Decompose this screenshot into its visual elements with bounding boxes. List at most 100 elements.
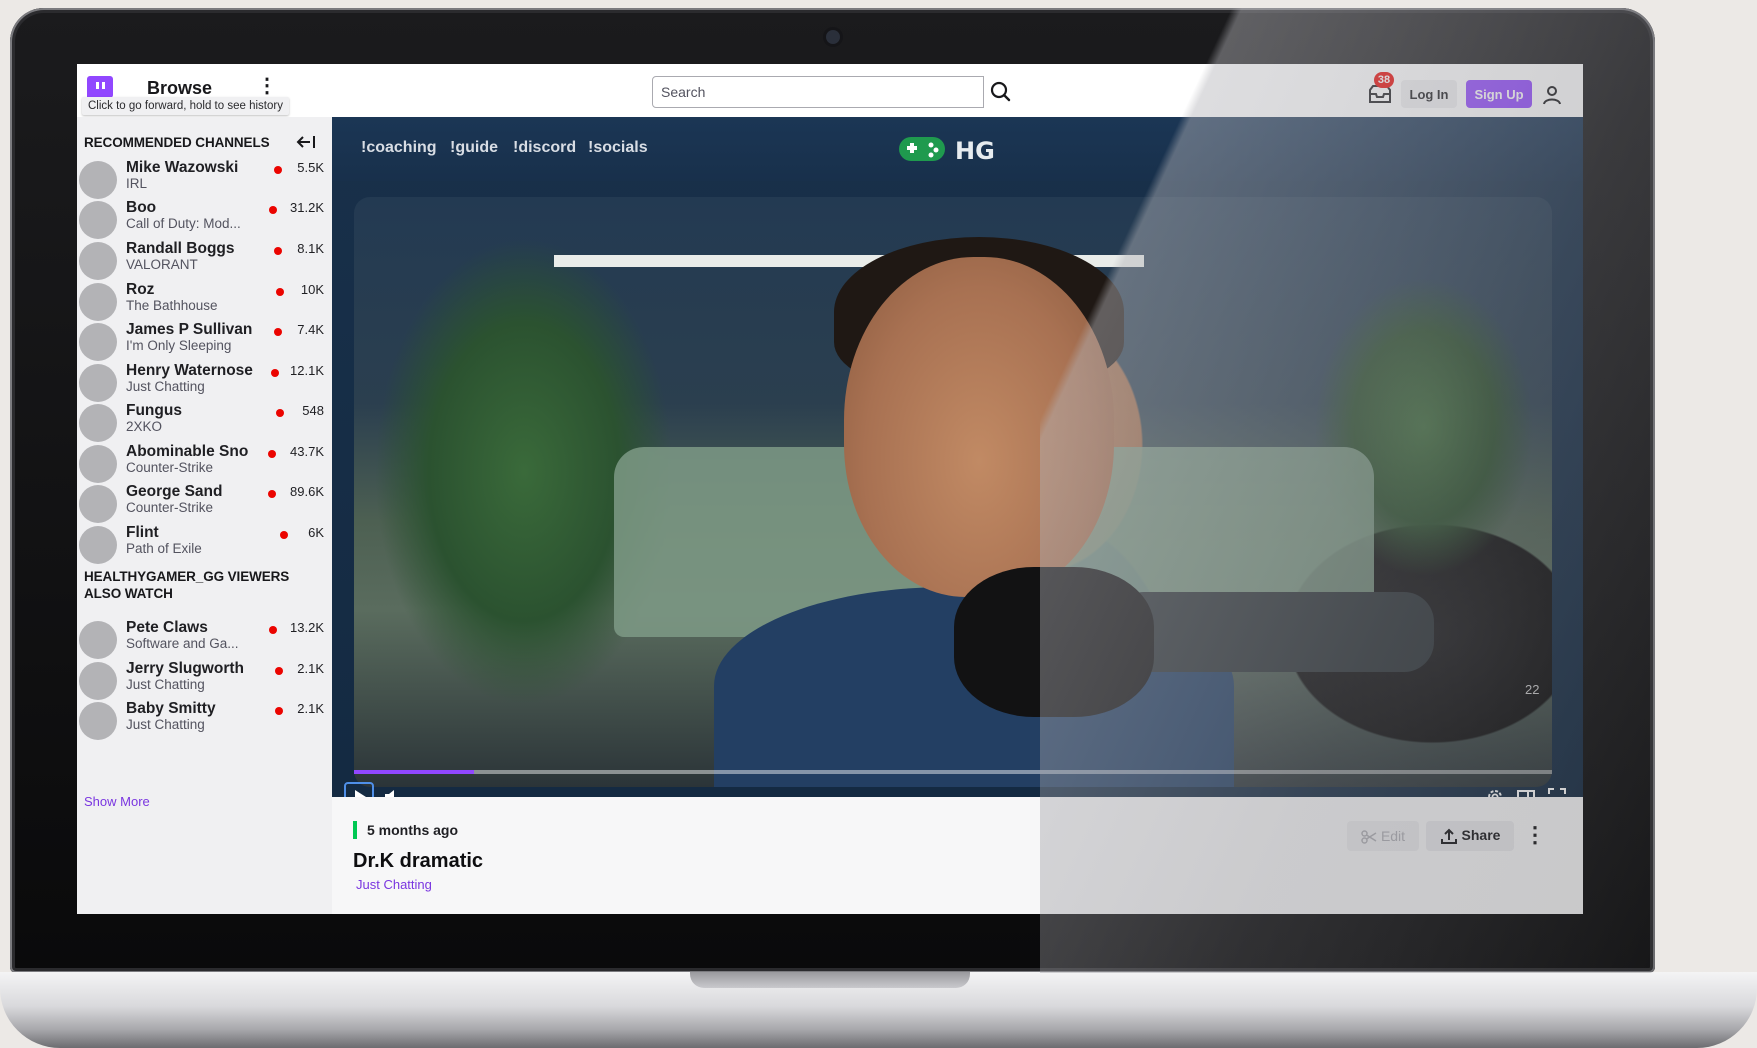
live-dot-icon bbox=[276, 288, 284, 296]
channel-game: Counter-Strike bbox=[126, 500, 214, 515]
recommended-channel-item[interactable]: Boo Call of Duty: Mod... 31.2K bbox=[77, 195, 332, 239]
video-age: 5 months ago bbox=[367, 822, 459, 838]
viewer-count: 43.7K bbox=[290, 444, 324, 459]
avatar bbox=[79, 662, 117, 700]
viewer-count: 8.1K bbox=[297, 241, 324, 256]
viewer-count: 5.5K bbox=[297, 160, 324, 175]
channel-game: I'm Only Sleeping bbox=[126, 338, 232, 353]
live-dot-icon bbox=[269, 206, 277, 214]
channel-name: Roz bbox=[126, 281, 155, 298]
channel-name: Jerry Slugworth bbox=[126, 660, 244, 677]
microphone-arm bbox=[1114, 592, 1434, 672]
live-dot-icon bbox=[280, 531, 288, 539]
avatar bbox=[79, 242, 117, 280]
recommended-channel-item[interactable]: Flint Path of Exile 6K bbox=[77, 520, 332, 564]
recommended-channel-item[interactable]: James P Sullivan I'm Only Sleeping 7.4K bbox=[77, 317, 332, 361]
edit-clip-button[interactable]: Edit bbox=[1347, 821, 1419, 851]
channel-game: Path of Exile bbox=[126, 541, 202, 556]
channel-name: Fungus bbox=[126, 402, 182, 419]
edit-label: Edit bbox=[1380, 827, 1406, 844]
live-dot-icon bbox=[275, 667, 283, 675]
recommended-channel-item[interactable]: Randall Boggs VALORANT 8.1K bbox=[77, 236, 332, 280]
seek-bar[interactable] bbox=[354, 770, 1552, 774]
history-tooltip: Click to go forward, hold to see history bbox=[82, 97, 289, 115]
microphone bbox=[954, 567, 1154, 717]
channel-name: Mike Wazowski bbox=[126, 159, 239, 176]
channel-name: Henry Waternose bbox=[126, 362, 253, 379]
recommended-channel-item[interactable]: Henry Waternose Just Chatting 12.1K bbox=[77, 358, 332, 402]
also-watch-heading-line: ALSO WATCH bbox=[84, 586, 173, 601]
user-icon[interactable] bbox=[1541, 84, 1563, 106]
channel-game: Just Chatting bbox=[126, 379, 205, 394]
recommended-channel-item[interactable]: Abominable Sno Counter-Strike 43.7K bbox=[77, 439, 332, 483]
video-info: 5 months ago Dr.K dramatic Just Chatting… bbox=[332, 797, 1583, 914]
channel-name: George Sand bbox=[126, 483, 223, 500]
live-dot-icon bbox=[269, 626, 277, 634]
also-watch-channel-item[interactable]: Jerry Slugworth Just Chatting 2.1K bbox=[77, 656, 332, 700]
show-more-link[interactable]: Show More bbox=[84, 794, 150, 809]
avatar bbox=[79, 283, 117, 321]
twitch-logo-icon[interactable] bbox=[87, 76, 113, 98]
channel-name: James P Sullivan bbox=[126, 321, 253, 338]
viewer-count: 10K bbox=[300, 282, 324, 297]
avatar bbox=[79, 201, 117, 239]
streamer-face bbox=[844, 257, 1114, 597]
avatar bbox=[79, 485, 117, 523]
viewer-count: 89.6K bbox=[290, 484, 324, 499]
more-options-icon[interactable]: ⋮ bbox=[257, 74, 277, 98]
share-button[interactable]: Share bbox=[1426, 821, 1514, 851]
also-watch-heading: HEALTHYGAMER_GG VIEWERS ALSO WATCH bbox=[84, 568, 314, 602]
search-input[interactable] bbox=[652, 76, 984, 108]
live-dot-icon bbox=[274, 328, 282, 336]
more-actions-icon[interactable]: ⋮ bbox=[1524, 821, 1546, 851]
recommended-channel-item[interactable]: Roz The Bathhouse 10K bbox=[77, 277, 332, 321]
brand-text: HG bbox=[955, 137, 995, 165]
live-dot-icon bbox=[274, 247, 282, 255]
video-title: Dr.K dramatic bbox=[353, 850, 484, 872]
browse-link[interactable]: Browse bbox=[147, 78, 212, 99]
signup-button[interactable]: Sign Up bbox=[1466, 80, 1532, 108]
seek-bar-progress bbox=[354, 770, 474, 774]
video-player[interactable]: !coaching !guide !discord !socials HG 22 bbox=[332, 117, 1583, 812]
channel-game: Just Chatting bbox=[126, 677, 205, 692]
recommended-channel-item[interactable]: Fungus 2XKO 548 bbox=[77, 398, 332, 442]
search-button[interactable] bbox=[984, 76, 1016, 108]
live-dot-icon bbox=[268, 490, 276, 498]
viewer-count: 2.1K bbox=[297, 701, 324, 716]
avatar bbox=[79, 364, 117, 402]
also-watch-channel-item[interactable]: Baby Smitty Just Chatting 2.1K bbox=[77, 696, 332, 740]
recommended-channel-item[interactable]: Mike Wazowski IRL 5.5K bbox=[77, 155, 332, 199]
channel-game: Call of Duty: Mod... bbox=[126, 216, 241, 231]
channel-game: The Bathhouse bbox=[126, 298, 218, 313]
overlay-command: !discord bbox=[513, 139, 577, 156]
channel-name: Pete Claws bbox=[126, 619, 208, 636]
overlay-command: !guide bbox=[450, 139, 498, 156]
collapse-sidebar-icon[interactable] bbox=[295, 133, 317, 151]
login-button[interactable]: Log In bbox=[1401, 80, 1457, 108]
sidebar: RECOMMENDED CHANNELS Mike Wazowski IRL 5… bbox=[77, 117, 332, 914]
channel-game: VALORANT bbox=[126, 257, 198, 272]
top-nav: Browse ⋮ Click to go forward, hold to se… bbox=[77, 64, 1583, 118]
search-icon bbox=[990, 81, 1011, 102]
channel-name: Abominable Sno bbox=[126, 443, 249, 460]
recommended-channel-item[interactable]: George Sand Counter-Strike 89.6K bbox=[77, 479, 332, 523]
viewer-count: 12.1K bbox=[290, 363, 324, 378]
channel-game: Counter-Strike bbox=[126, 460, 214, 475]
channel-game: 2XKO bbox=[126, 419, 163, 434]
viewer-count: 2.1K bbox=[297, 661, 324, 676]
viewer-count: 31.2K bbox=[290, 200, 324, 215]
avatar bbox=[79, 161, 117, 199]
avatar bbox=[79, 526, 117, 564]
video-timestamp: 22 bbox=[1525, 682, 1540, 697]
also-watch-channel-item[interactable]: Pete Claws Software and Ga... 13.2K bbox=[77, 615, 332, 659]
viewer-count: 6K bbox=[308, 525, 324, 540]
live-dot-icon bbox=[275, 707, 283, 715]
channel-name: Boo bbox=[126, 199, 157, 216]
video-category-link[interactable]: Just Chatting bbox=[356, 877, 432, 892]
screen: Browse ⋮ Click to go forward, hold to se… bbox=[77, 64, 1583, 914]
laptop-hinge-notch bbox=[690, 972, 970, 988]
avatar bbox=[79, 702, 117, 740]
also-watch-heading-line: HEALTHYGAMER_GG VIEWERS bbox=[84, 569, 290, 584]
channel-name: Randall Boggs bbox=[126, 240, 235, 257]
video-frame[interactable]: 22 bbox=[354, 197, 1552, 787]
